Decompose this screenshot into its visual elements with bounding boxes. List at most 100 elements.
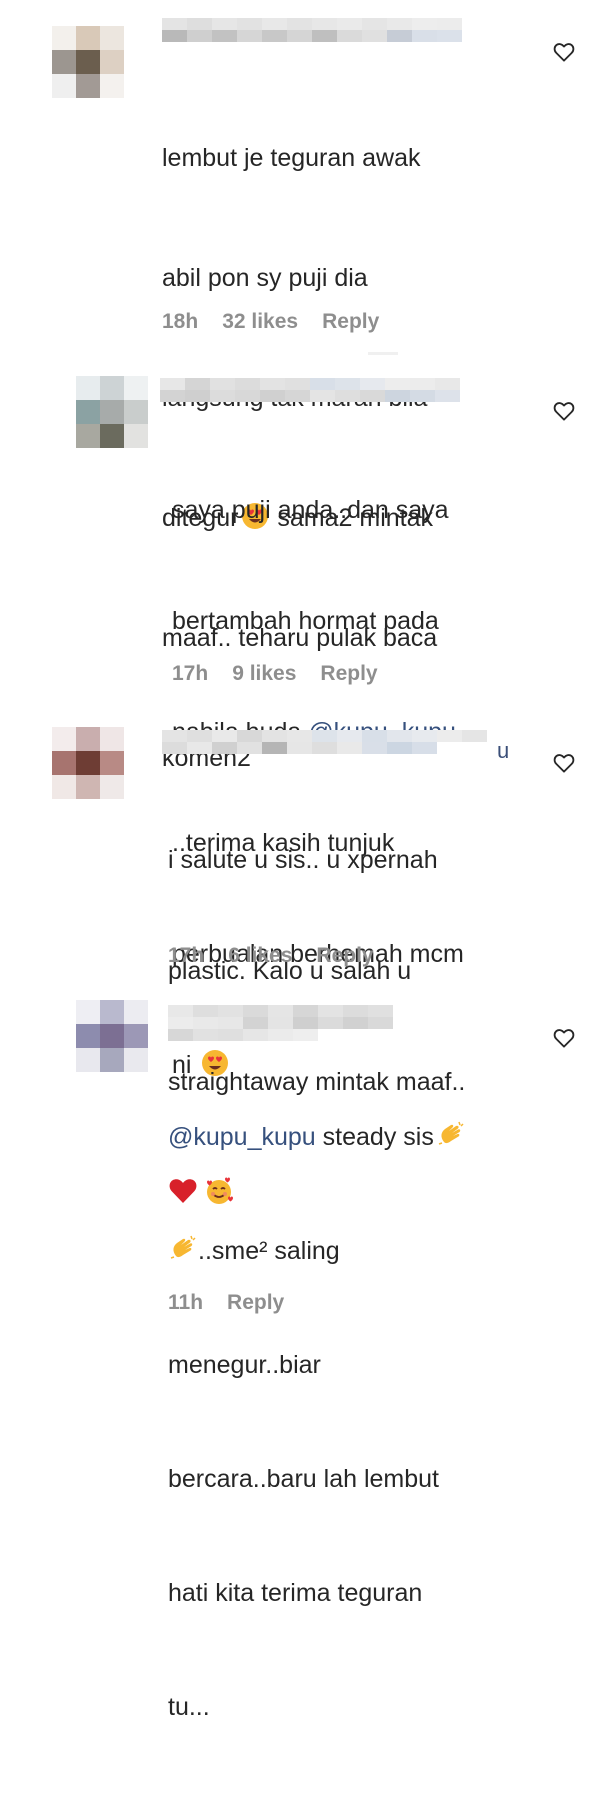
username-pixel (387, 18, 412, 30)
username-pixel (287, 742, 312, 754)
avatar-pixel (76, 1024, 100, 1048)
username-pixel (312, 30, 337, 42)
username-pixel (362, 742, 387, 754)
comment-line: i salute u sis.. u xpernah (168, 846, 438, 874)
avatar-pixel (124, 1048, 148, 1072)
comment-meta: 17h 6 likes Reply (168, 944, 374, 968)
username[interactable] (160, 378, 460, 402)
username-pixel (362, 18, 387, 30)
avatar-pixel (100, 751, 124, 775)
username-pixel (185, 390, 210, 402)
avatar[interactable] (52, 727, 124, 799)
like-heart-icon[interactable] (553, 42, 575, 62)
comment-line-text: steady sis (315, 1123, 434, 1151)
username-pixel (260, 390, 285, 402)
username-pixel (310, 378, 335, 390)
like-heart-icon[interactable] (553, 753, 575, 773)
username-pixel (212, 730, 237, 742)
username-pixel (187, 18, 212, 30)
username-pixel (337, 742, 362, 754)
username-pixel (235, 390, 260, 402)
avatar-pixel (100, 1000, 124, 1024)
username[interactable] (162, 730, 487, 754)
username-pixel (187, 730, 212, 742)
reply-button[interactable]: Reply (227, 1291, 284, 1315)
username-pixel (412, 18, 437, 30)
reply-button[interactable]: Reply (316, 944, 373, 968)
avatar-pixel (76, 727, 100, 751)
clapping-hands-icon (168, 1234, 198, 1264)
comment-meta: 11h Reply (168, 1291, 284, 1315)
avatar-pixel (76, 50, 100, 74)
avatar-pixel (100, 424, 124, 448)
likes-count[interactable]: 32 likes (222, 310, 298, 334)
username-pixel (193, 1017, 218, 1029)
username-pixel (243, 1029, 268, 1041)
avatar[interactable] (76, 1000, 148, 1072)
username-pixel (410, 378, 435, 390)
mention-link[interactable]: @kupu_kupu (168, 1123, 316, 1151)
avatar[interactable] (76, 376, 148, 448)
username-pixel (162, 30, 187, 42)
username-pixel (362, 730, 387, 742)
likes-count[interactable]: 9 likes (232, 662, 296, 686)
avatar-pixel (76, 775, 100, 799)
avatar-pixel (124, 400, 148, 424)
like-heart-icon[interactable] (553, 401, 575, 421)
username-pixel (218, 1017, 243, 1029)
username-pixel (368, 1005, 393, 1017)
username-pixel (260, 378, 285, 390)
username[interactable] (162, 18, 462, 42)
username-pixel (312, 18, 337, 30)
username-suffix[interactable]: u (497, 738, 509, 764)
username-pixel (318, 1017, 343, 1029)
username-pixel (212, 30, 237, 42)
username-pixel (335, 378, 360, 390)
username-pixel (437, 18, 462, 30)
username-pixel (162, 730, 187, 742)
username-pixel (387, 30, 412, 42)
username-pixel (193, 1005, 218, 1017)
username-pixel (310, 390, 335, 402)
username-pixel (318, 1005, 343, 1017)
username[interactable] (168, 1005, 393, 1041)
avatar-pixel (52, 775, 76, 799)
avatar-pixel (52, 26, 76, 50)
comment-line: abil pon sy puji dia (162, 264, 368, 292)
likes-count[interactable]: 6 likes (228, 944, 292, 968)
username-pixel (168, 1005, 193, 1017)
username-pixel (293, 1017, 318, 1029)
username-pixel (262, 742, 287, 754)
comment-line: hati kita terima teguran (168, 1579, 423, 1607)
username-pixel (343, 1017, 368, 1029)
username-pixel (360, 378, 385, 390)
username-pixel (387, 742, 412, 754)
avatar[interactable] (52, 26, 124, 98)
avatar-pixel (52, 727, 76, 751)
username-pixel (193, 1029, 218, 1041)
username-pixel (237, 742, 262, 754)
username-pixel (160, 378, 185, 390)
username-pixel (437, 730, 462, 742)
avatar-pixel (100, 775, 124, 799)
username-pixel (462, 730, 487, 742)
timestamp: 18h (162, 310, 199, 333)
avatar-pixel (100, 727, 124, 751)
username-pixel (162, 742, 187, 754)
like-heart-icon[interactable] (553, 1028, 575, 1048)
comment-line: bertambah hormat pada (172, 607, 439, 635)
username-pixel (412, 742, 437, 754)
avatar-pixel (52, 50, 76, 74)
reply-button[interactable]: Reply (322, 310, 379, 334)
reply-button[interactable]: Reply (320, 662, 377, 686)
username-pixel (385, 378, 410, 390)
username-pixel (243, 1017, 268, 1029)
username-pixel (235, 378, 260, 390)
username-pixel (218, 1005, 243, 1017)
avatar-pixel (124, 1000, 148, 1024)
avatar-pixel (76, 400, 100, 424)
username-pixel (335, 390, 360, 402)
username-pixel (268, 1029, 293, 1041)
username-pixel (287, 18, 312, 30)
username-pixel (187, 30, 212, 42)
